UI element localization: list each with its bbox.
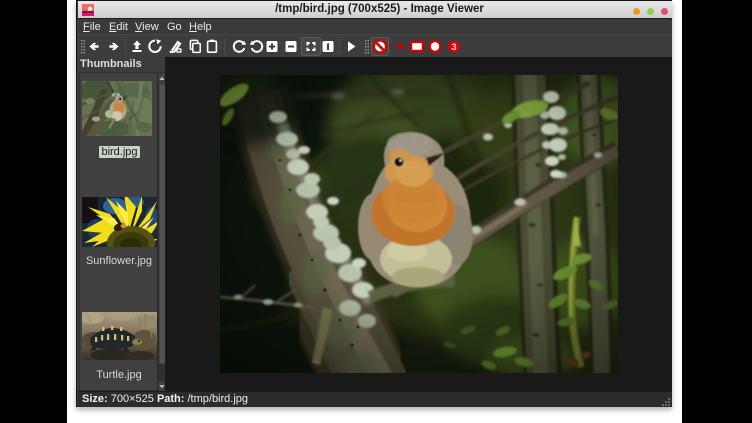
svg-text:3: 3 [451, 42, 456, 53]
